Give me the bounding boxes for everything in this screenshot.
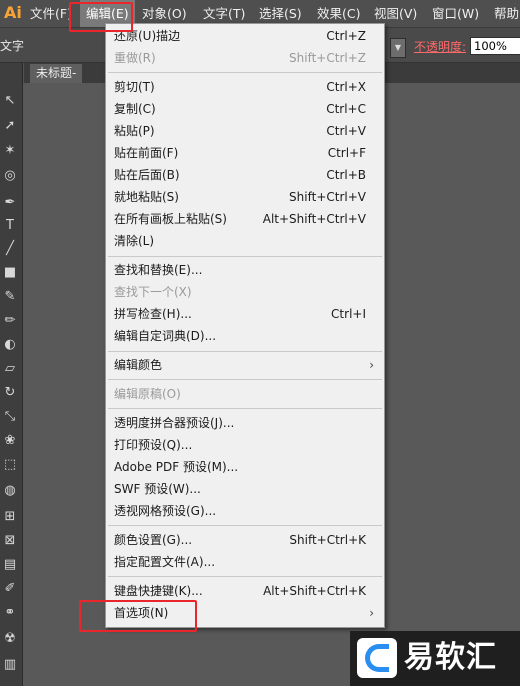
menu-item-paste-in-front[interactable]: 贴在前面(F) Ctrl+F xyxy=(114,142,376,164)
menu-item-paste-on-all-artboards[interactable]: 在所有画板上粘贴(S) Alt+Shift+Ctrl+V xyxy=(114,208,376,230)
menu-item-pdf-presets[interactable]: Adobe PDF 预设(M)... xyxy=(114,456,376,478)
line-tool-icon[interactable]: ╱ xyxy=(2,241,18,257)
magic-wand-tool-icon[interactable]: ✶ xyxy=(2,143,18,159)
paintbrush-tool-icon[interactable]: ✎ xyxy=(2,289,18,305)
type-tool-icon[interactable]: T xyxy=(2,218,18,234)
eyedropper-tool-icon[interactable]: ✐ xyxy=(2,581,18,597)
rectangle-tool-icon[interactable]: ■ xyxy=(2,265,18,281)
direct-selection-tool-icon[interactable]: ➚ xyxy=(2,118,18,134)
menu-item-transparency-flattener-presets[interactable]: 透明度拼合器预设(J)... xyxy=(114,412,376,434)
menu-item-edit-custom-dictionary[interactable]: 编辑自定词典(D)... xyxy=(114,325,376,347)
edit-menu-dropdown: 还原(U)描边 Ctrl+Z 重做(R) Shift+Ctrl+Z 剪切(T) … xyxy=(105,23,385,628)
menu-item-copy[interactable]: 复制(C) Ctrl+C xyxy=(114,98,376,120)
warp-tool-icon[interactable]: ❀ xyxy=(2,433,18,449)
menu-item-clear[interactable]: 清除(L) xyxy=(114,230,376,252)
menu-item-redo: 重做(R) Shift+Ctrl+Z xyxy=(114,51,366,65)
chevron-right-icon: › xyxy=(369,358,374,372)
menu-file[interactable]: 文件(F) xyxy=(30,0,72,27)
rotate-tool-icon[interactable]: ↻ xyxy=(2,385,18,401)
chevron-down-icon[interactable]: ▼ xyxy=(390,38,406,58)
menu-item-color-settings[interactable]: 颜色设置(G)... Shift+Ctrl+K xyxy=(114,529,376,551)
opacity-input[interactable]: 100% xyxy=(470,37,520,55)
pen-tool-icon[interactable]: ✒ xyxy=(2,195,18,211)
lasso-tool-icon[interactable]: ◎ xyxy=(2,168,18,184)
perspective-grid-tool-icon[interactable]: ⊞ xyxy=(2,509,18,525)
menu-item-check-spelling[interactable]: 拼写检查(H)... Ctrl+I xyxy=(114,303,376,325)
scale-tool-icon[interactable]: ⤡ xyxy=(2,409,18,425)
eraser-tool-icon[interactable]: ▱ xyxy=(2,361,18,377)
selection-tool-icon[interactable]: ↖ xyxy=(2,93,18,109)
blob-brush-tool-icon[interactable]: ◐ xyxy=(2,337,18,353)
symbol-sprayer-tool-icon[interactable]: ☢ xyxy=(2,631,18,647)
free-transform-tool-icon[interactable]: ⬚ xyxy=(2,457,18,473)
menu-separator xyxy=(108,72,382,73)
mesh-tool-icon[interactable]: ⊠ xyxy=(2,533,18,549)
menu-separator xyxy=(108,351,382,352)
menu-item-print-presets[interactable]: 打印预设(Q)... xyxy=(114,434,376,456)
blend-tool-icon[interactable]: ⚭ xyxy=(2,605,18,621)
chevron-right-icon: › xyxy=(369,606,374,620)
menu-item-cut[interactable]: 剪切(T) Ctrl+X xyxy=(114,76,376,98)
highlight-box-preferences xyxy=(79,600,197,632)
menu-item-swf-presets[interactable]: SWF 预设(W)... xyxy=(114,478,376,500)
menu-item-undo[interactable]: 还原(U)描边 Ctrl+Z xyxy=(114,25,376,47)
menu-separator xyxy=(108,379,382,380)
gradient-tool-icon[interactable]: ▤ xyxy=(2,557,18,573)
menu-separator xyxy=(108,408,382,409)
menu-item-perspective-grid-presets[interactable]: 透视网格预设(G)... xyxy=(114,500,376,522)
document-tab[interactable]: 未标题- xyxy=(30,64,83,83)
menu-item-paste-in-back[interactable]: 贴在后面(B) Ctrl+B xyxy=(114,164,376,186)
app-logo: Ai xyxy=(4,3,22,22)
graph-tool-icon[interactable]: ▥ xyxy=(2,657,18,673)
menu-separator xyxy=(108,525,382,526)
menu-item-paste[interactable]: 粘贴(P) Ctrl+V xyxy=(114,120,376,142)
menu-separator xyxy=(108,256,382,257)
shape-builder-tool-icon[interactable]: ◍ xyxy=(2,483,18,499)
menu-item-edit-colors[interactable]: 编辑颜色 › xyxy=(114,354,376,376)
watermark-text: 易软汇 xyxy=(404,640,497,675)
menu-item-find-replace[interactable]: 查找和替换(E)... xyxy=(114,259,376,281)
watermark-logo-icon xyxy=(357,638,397,678)
watermark: 易软汇 xyxy=(350,631,520,686)
menu-separator xyxy=(108,576,382,577)
menu-item-assign-profile[interactable]: 指定配置文件(A)... xyxy=(114,551,376,573)
menu-item-keyboard-shortcuts[interactable]: 键盘快捷键(K)... Alt+Shift+Ctrl+K xyxy=(114,580,376,602)
menu-item-find-next: 查找下一个(X) xyxy=(114,285,192,299)
opacity-label[interactable]: 不透明度: xyxy=(414,38,466,55)
menu-item-paste-in-place[interactable]: 就地粘贴(S) Shift+Ctrl+V xyxy=(114,186,376,208)
tools-panel: ↖ ➚ ✶ ◎ ✒ T ╱ ■ ✎ ✏ ◐ ▱ ↻ ⤡ ❀ ⬚ ◍ ⊞ ⊠ ▤ … xyxy=(0,63,23,686)
menu-item-edit-original: 编辑原稿(O) xyxy=(114,387,181,401)
pencil-tool-icon[interactable]: ✏ xyxy=(2,313,18,329)
highlight-box-edit-menu xyxy=(69,2,133,32)
menu-window[interactable]: 窗口(W) xyxy=(432,0,479,27)
tool-label: 文字 xyxy=(0,39,25,53)
menu-help[interactable]: 帮助 xyxy=(494,0,519,27)
